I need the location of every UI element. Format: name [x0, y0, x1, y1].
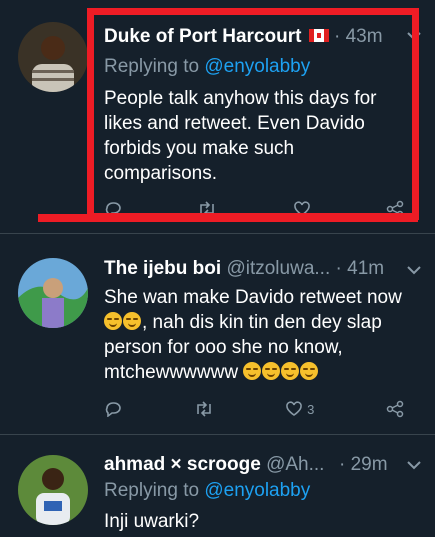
grinning-emoji-icon [104, 312, 122, 330]
smirk-emoji-icon [281, 362, 300, 380]
like-count: 3 [307, 401, 315, 417]
user-handle[interactable]: @Ah... [266, 454, 324, 475]
tweet-ijebu[interactable]: The ijebu boi @itzoluwa... · 41m She wan… [0, 234, 435, 434]
mention-link[interactable]: @enyolabby [204, 480, 310, 501]
display-name[interactable]: ahmad × scrooge [104, 454, 261, 475]
tweet-text-fragment: mtchewwwwww [104, 362, 239, 383]
reply-icon [105, 402, 121, 417]
avatar-ijebu[interactable] [18, 258, 88, 328]
tweet-text: Inji uwarki? [104, 509, 424, 534]
tweet-text-fragment: , nah dis kin tin den dey slap [142, 312, 382, 333]
tweet-text: She wan make Davido retweet now , nah di… [104, 285, 424, 385]
display-name[interactable]: The ijebu boi [104, 258, 221, 279]
smirk-emoji-icon [262, 362, 281, 380]
timestamp[interactable]: · 41m [336, 258, 385, 279]
reply-button[interactable] [104, 401, 122, 417]
share-icon [386, 400, 404, 418]
tweet-text-line: mtchewwwwww [104, 360, 424, 385]
avatar-ahmad[interactable] [18, 455, 88, 525]
highlight-box [87, 8, 419, 220]
retweet-button[interactable] [194, 401, 214, 417]
heart-icon [286, 401, 302, 416]
smirk-emoji-icon [300, 362, 319, 380]
share-button[interactable] [386, 400, 404, 418]
tweet-header: The ijebu boi @itzoluwa... · 41m [104, 258, 425, 280]
tweet-header: ahmad × scrooge @Ah... · 29m [104, 454, 425, 476]
retweet-icon [196, 401, 211, 417]
replying-prefix: Replying to [104, 480, 205, 501]
tweet-actions: 3 [104, 400, 404, 418]
grinning-emoji-icon [123, 312, 141, 330]
tweet-text-line: person for ooo she no know, [104, 337, 343, 358]
timestamp[interactable]: · 29m [339, 454, 388, 476]
highlight-underline [38, 214, 418, 222]
tweet-text-line: She wan make Davido retweet now [104, 287, 402, 308]
smirk-emoji-icon [243, 362, 262, 380]
like-button[interactable]: 3 [285, 401, 314, 417]
tweet-ahmad[interactable]: ahmad × scrooge @Ah... · 29m Replying to… [0, 435, 435, 537]
replying-to: Replying to @enyolabby [104, 480, 310, 502]
chevron-down-icon[interactable] [407, 457, 421, 473]
chevron-down-icon[interactable] [407, 262, 421, 278]
tweet-text-line: Inji uwarki? [104, 511, 200, 532]
tweet-text-line: , nah dis kin tin den dey slap [104, 310, 424, 335]
avatar-duke[interactable] [18, 22, 88, 92]
user-handle[interactable]: @itzoluwa... [226, 258, 330, 279]
